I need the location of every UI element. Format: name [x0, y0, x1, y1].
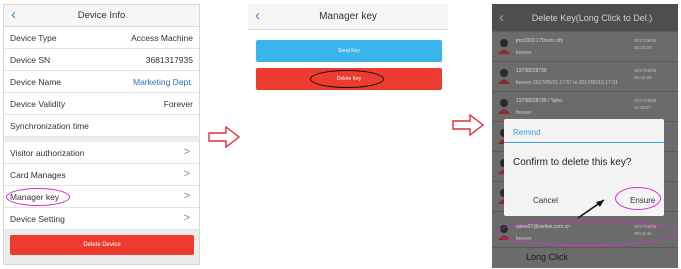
key-list-item[interactable]: 13798228730 / Ypho forever 2017/08/09 11…: [492, 92, 678, 122]
row-label: Card Manages: [10, 170, 66, 180]
back-icon[interactable]: ‹: [499, 10, 504, 26]
key-list-item[interactable]: 13798228730 forever 2017/05/15 17:57 to …: [492, 62, 678, 92]
delete-key-screen: ‹ Delete Key(Long Click to Del.) jmz2003…: [492, 4, 678, 268]
dialog-divider: [504, 142, 664, 143]
right-arrow-icon: [208, 126, 240, 148]
row-value: Forever: [163, 99, 193, 109]
row-label: Device Type: [10, 33, 57, 43]
highlight-circle: [6, 188, 70, 206]
device-info-list: Device Type Access Machine Device SN 368…: [4, 27, 199, 230]
synchronization-time-row[interactable]: Synchronization time: [4, 115, 199, 137]
confirm-dialog: Remind Confirm to delete this key? Cance…: [504, 119, 664, 216]
right-arrow-icon: [452, 114, 484, 136]
device-setting-row[interactable]: Device Setting >: [4, 208, 199, 230]
device-sn-row: Device SN 3681317935: [4, 49, 199, 71]
manager-key-row[interactable]: Manager key >: [4, 186, 199, 208]
key-list-item[interactable]: jmz2003 170com cify forever 2017/08/09 0…: [492, 32, 678, 62]
key-date: 2017/08/09 11:28:27: [634, 98, 657, 110]
dialog-message: Confirm to delete this key?: [513, 157, 632, 168]
key-name: 13798228730 / Ypho: [516, 98, 562, 104]
page-title: Manager key: [319, 11, 377, 22]
key-date: 2017/08/09 06:46:29: [634, 68, 657, 80]
row-value: Access Machine: [131, 33, 193, 43]
page-title: Delete Key(Long Click to Del.): [531, 13, 653, 23]
long-click-label: Long Click: [526, 252, 569, 262]
highlight-circle: [310, 70, 384, 88]
highlight-circle: [495, 220, 677, 246]
card-manages-row[interactable]: Card Manages >: [4, 164, 199, 186]
row-value[interactable]: Marketing Dept.: [133, 77, 193, 87]
key-validity: forever: [516, 110, 532, 116]
device-validity-row: Device Validity Forever: [4, 93, 199, 115]
chevron-right-icon: >: [183, 212, 190, 224]
key-validity: forever: [516, 50, 532, 56]
visitor-authorization-row[interactable]: Visitor authorization >: [4, 142, 199, 164]
row-label: Synchronization time: [10, 121, 89, 131]
row-label: Visitor authorization: [10, 148, 85, 158]
device-name-row[interactable]: Device Name Marketing Dept.: [4, 71, 199, 93]
delete-device-button[interactable]: Delete Device: [10, 235, 194, 255]
manager-key-screen: ‹ Manager key Send Key Delete Key: [248, 4, 448, 99]
page-title: Device Info: [77, 10, 126, 21]
cancel-button[interactable]: Cancel: [533, 196, 558, 205]
row-label: Device Validity: [10, 99, 66, 109]
chevron-right-icon: >: [183, 168, 190, 180]
device-info-screen: ‹ Device Info Device Type Access Machine…: [3, 4, 200, 265]
chevron-right-icon: >: [183, 146, 190, 158]
key-name: 13798228730: [516, 68, 547, 74]
device-info-header: ‹ Device Info: [4, 5, 199, 27]
manager-key-header: ‹ Manager key: [248, 4, 448, 30]
row-label: Device SN: [10, 55, 51, 65]
avatar-icon: [498, 39, 510, 54]
device-type-row: Device Type Access Machine: [4, 27, 199, 49]
delete-key-header: ‹ Delete Key(Long Click to Del.): [492, 4, 678, 32]
highlight-circle: [615, 187, 661, 210]
key-date: 2017/08/09 06:35:29: [634, 38, 657, 50]
row-label: Device Name: [10, 77, 62, 87]
chevron-right-icon: >: [183, 190, 190, 202]
avatar-icon: [498, 99, 510, 114]
key-validity: forever 2017/05/15 17:57 to 2017/05/15 1…: [516, 80, 618, 86]
avatar-icon: [498, 69, 510, 84]
key-name: jmz2003 170com cify: [516, 38, 563, 44]
row-label: Device Setting: [10, 214, 65, 224]
row-value: 3681317935: [145, 55, 193, 65]
send-key-button[interactable]: Send Key: [256, 40, 442, 62]
dialog-title: Remind: [513, 128, 541, 137]
